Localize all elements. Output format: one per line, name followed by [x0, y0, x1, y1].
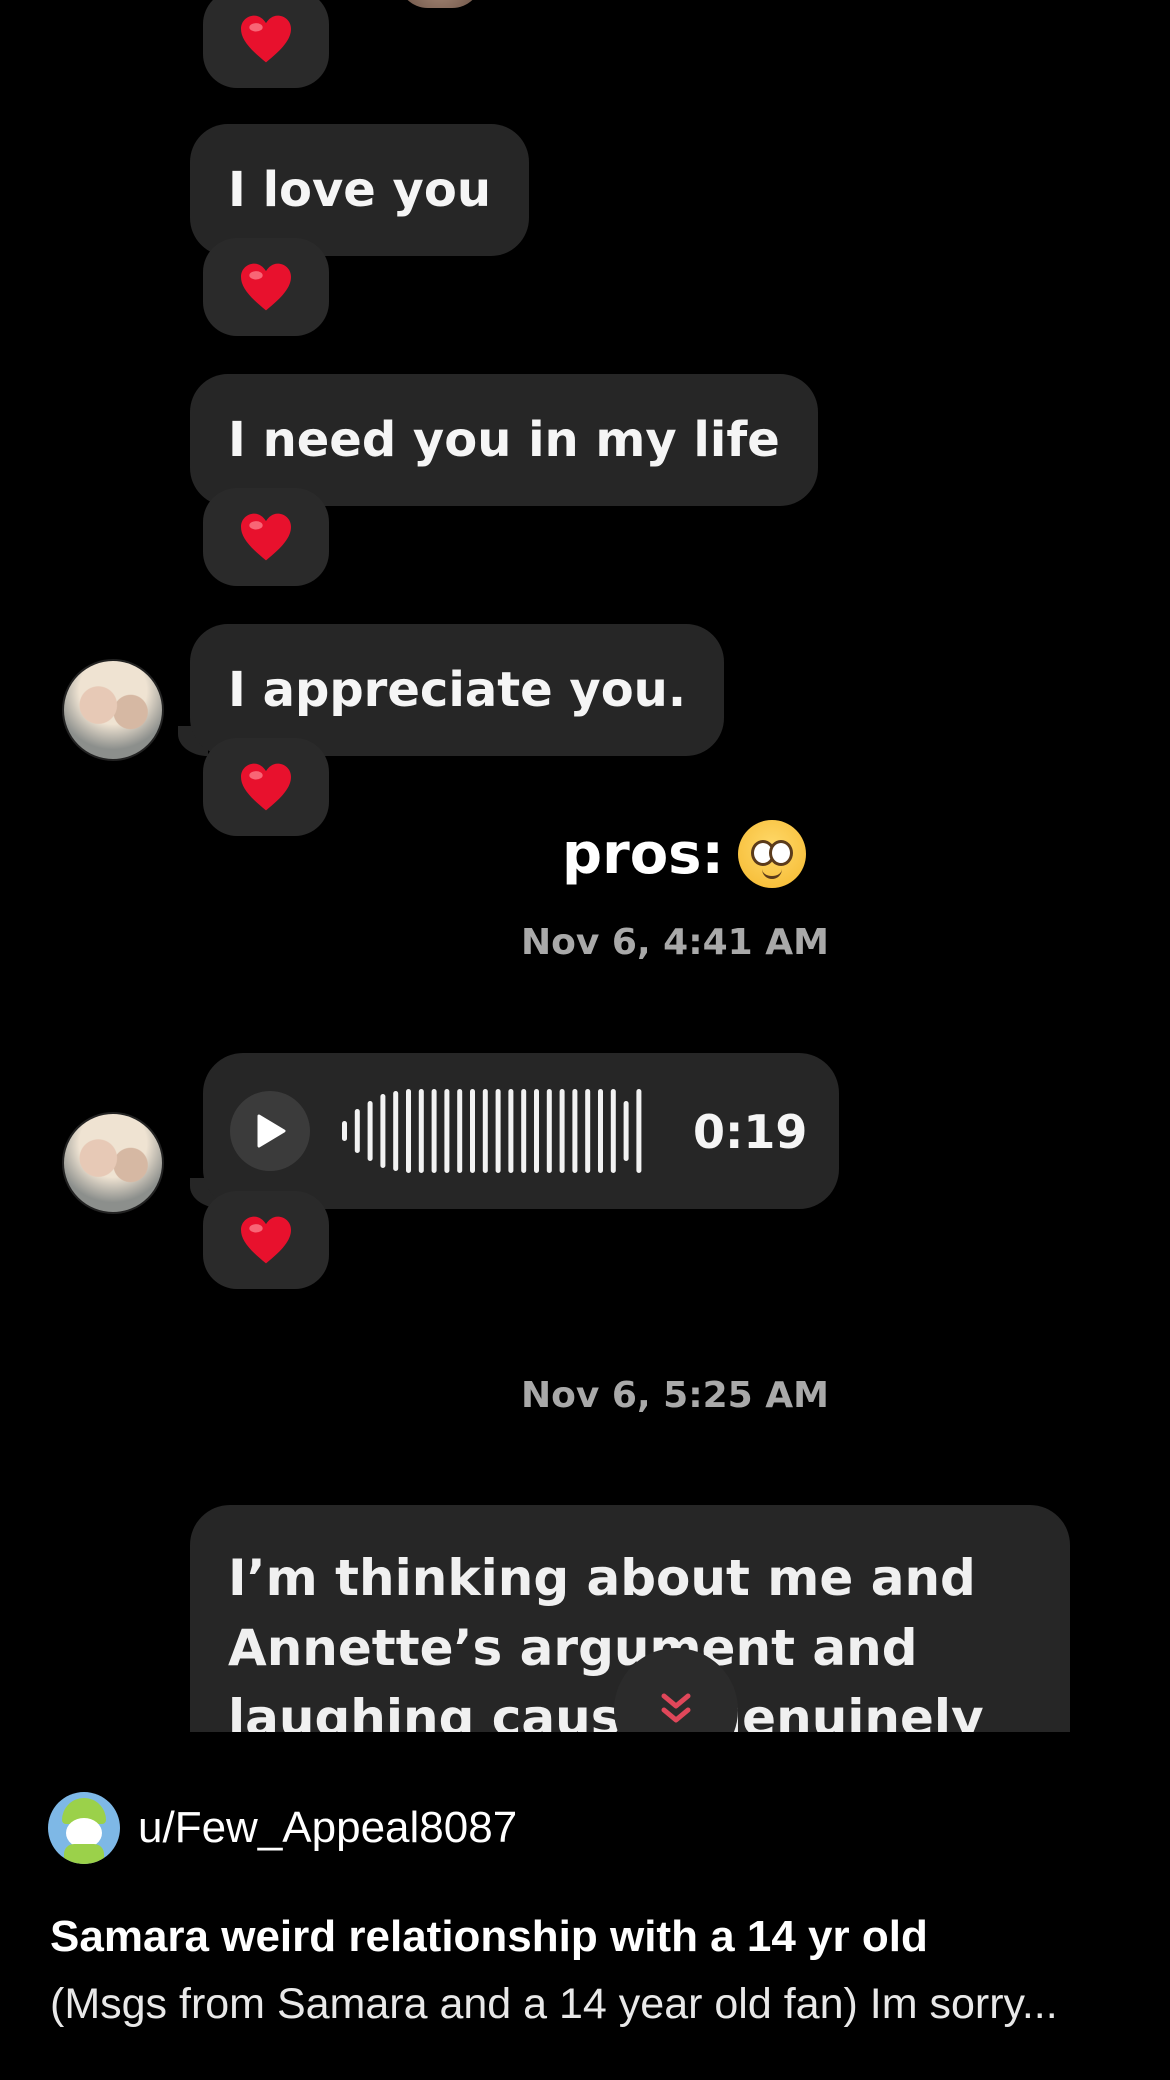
waveform-bar — [354, 1109, 360, 1153]
waveform-bar — [342, 1121, 347, 1141]
message-text: I appreciate you. — [228, 662, 687, 718]
message-text: I need you in my life — [228, 412, 780, 468]
waveform-bar — [598, 1089, 603, 1173]
reaction-badge[interactable] — [203, 0, 329, 88]
user-avatar[interactable] — [48, 1792, 120, 1864]
message-line: I’m thinking about me and — [228, 1549, 976, 1607]
play-icon — [257, 1114, 286, 1148]
sender-avatar[interactable] — [62, 659, 164, 761]
waveform-bar — [470, 1089, 475, 1173]
voice-duration: 0:19 — [693, 1105, 808, 1159]
waveform-bar — [393, 1091, 399, 1171]
reaction-badge[interactable] — [203, 738, 329, 836]
waveform-bar — [610, 1089, 616, 1173]
waveform-bar — [380, 1094, 386, 1168]
waveform-bar — [546, 1089, 552, 1173]
chat-screenshot: I love you I need you in my life I appre… — [0, 0, 1170, 1732]
sender-avatar[interactable] — [62, 1112, 164, 1214]
pleading-face-icon — [737, 820, 806, 888]
heart-icon — [241, 15, 291, 63]
waveform-bar — [508, 1089, 514, 1173]
reaction-badge[interactable] — [203, 238, 329, 336]
double-chevron-down-icon — [661, 1693, 691, 1723]
waveform-bar — [367, 1101, 373, 1161]
waveform-bar — [572, 1089, 578, 1173]
post-author[interactable]: u/Few_Appeal8087 — [48, 1792, 517, 1864]
reaction-badge[interactable] — [203, 488, 329, 586]
waveform-bar — [482, 1089, 488, 1173]
post-footer: u/Few_Appeal8087 Samara weird relationsh… — [0, 1732, 1170, 2080]
username[interactable]: u/Few_Appeal8087 — [138, 1803, 517, 1853]
post-body-preview[interactable]: (Msgs from Samara and a 14 year old fan)… — [50, 1980, 1058, 2029]
heart-icon — [241, 263, 291, 311]
outgoing-message[interactable]: pros: — [562, 820, 806, 888]
waveform-bar — [457, 1089, 463, 1173]
waveform-bar — [444, 1089, 450, 1173]
waveform-bar — [418, 1089, 424, 1173]
outgoing-text: pros: — [562, 821, 724, 887]
top-avatar-partial — [398, 0, 482, 8]
timestamp: Nov 6, 5:25 AM — [521, 1375, 829, 1416]
heart-icon — [241, 1216, 291, 1264]
waveform-bar — [559, 1089, 565, 1173]
waveform-bar — [406, 1089, 411, 1173]
post-title[interactable]: Samara weird relationship with a 14 yr o… — [50, 1912, 928, 1962]
waveform-bar — [534, 1089, 539, 1173]
timestamp: Nov 6, 4:41 AM — [521, 922, 829, 963]
heart-icon — [241, 513, 291, 561]
waveform-bar — [585, 1089, 591, 1173]
waveform-bar — [495, 1089, 501, 1173]
waveform-bar — [623, 1101, 629, 1161]
reaction-badge[interactable] — [203, 1191, 329, 1289]
waveform-bar — [431, 1089, 437, 1173]
waveform-bar — [636, 1089, 642, 1173]
message-bubble[interactable]: I need you in my life — [190, 374, 818, 506]
heart-icon — [241, 763, 291, 811]
message-text: I love you — [228, 162, 491, 218]
message-bubble[interactable]: I love you — [190, 124, 529, 256]
waveform-bar — [521, 1089, 527, 1173]
voice-message[interactable]: 0:19 — [203, 1053, 839, 1209]
waveform[interactable] — [338, 1086, 648, 1176]
message-bubble[interactable]: I appreciate you. — [190, 624, 725, 756]
play-button[interactable] — [230, 1091, 310, 1171]
